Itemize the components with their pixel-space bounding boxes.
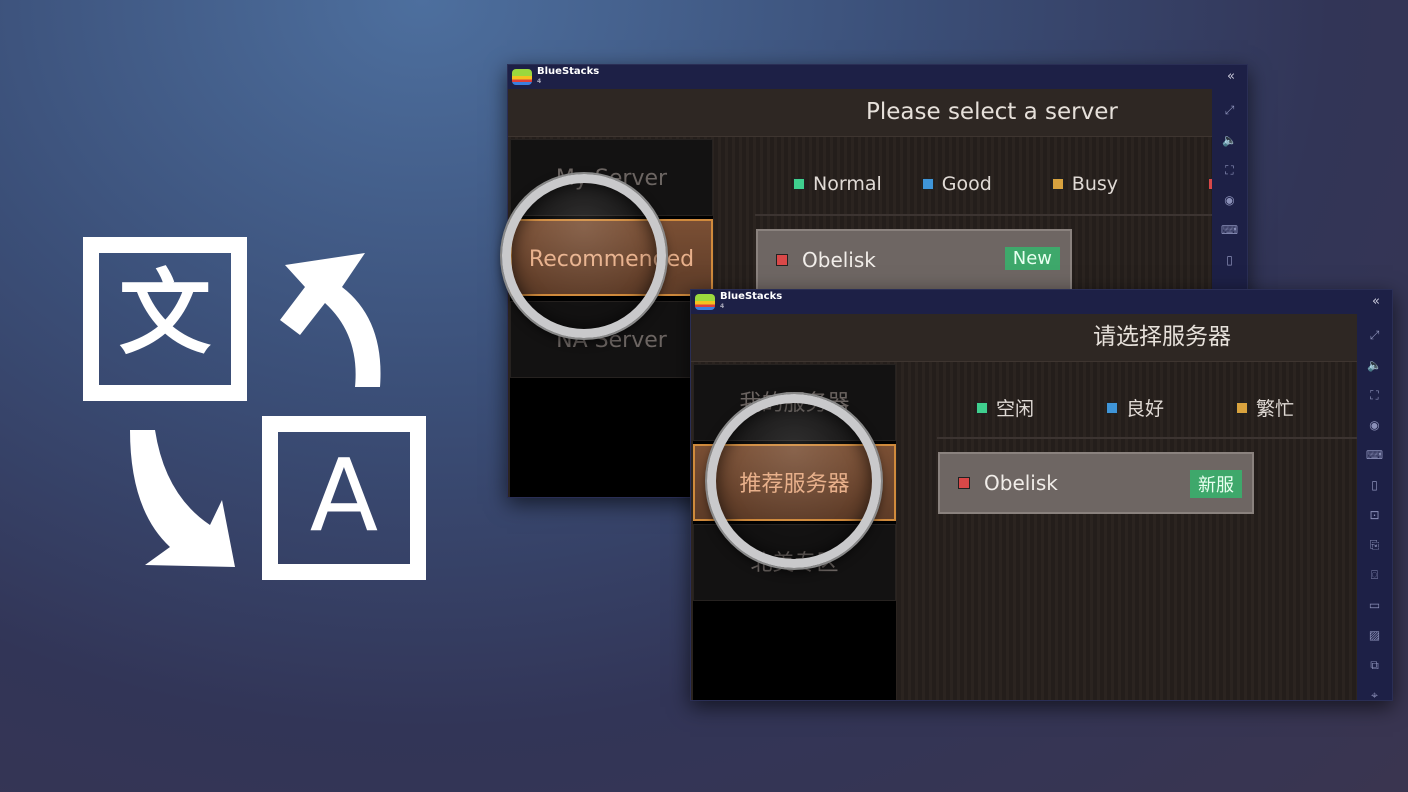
install-apk-icon[interactable]: ⎘ xyxy=(1370,530,1380,560)
bluestacks-logo xyxy=(695,294,715,310)
server-category-list: My Server Recommended NA Server xyxy=(510,139,713,497)
server-status-icon xyxy=(776,254,788,266)
busy-swatch xyxy=(1236,401,1249,414)
source-char: 文 xyxy=(119,260,211,367)
divider xyxy=(755,214,1212,216)
server-category-list: 我的服务器 推荐服务器 北美专区 xyxy=(693,364,896,700)
category-my-server[interactable]: My Server xyxy=(510,139,713,216)
server-card[interactable]: Obelisk New xyxy=(756,229,1072,291)
fullscreen-icon[interactable]: ⤢ xyxy=(1370,320,1380,350)
server-card[interactable]: Obelisk 新服 xyxy=(938,452,1254,514)
media-icon[interactable]: ▨ xyxy=(1369,620,1380,650)
legend-good: 良好 xyxy=(1126,398,1165,420)
translate-icon: 文 A xyxy=(83,237,426,580)
arrow-up-icon xyxy=(280,253,381,387)
keyboard-icon[interactable]: ⌨ xyxy=(1221,215,1238,245)
new-badge: 新服 xyxy=(1190,470,1242,498)
legend-idle: 空闲 xyxy=(996,398,1035,420)
bluestacks-sidebar: ⤢ 🔈 ⛶ ◉ ⌨ ▯ ⊡ ⎘ ⌼ ▭ ▨ ⧉ ⌖ xyxy=(1357,314,1392,702)
record-icon[interactable]: ▭ xyxy=(1369,590,1380,620)
phone-icon[interactable]: ▯ xyxy=(1371,470,1378,500)
legend-busy: 繁忙 xyxy=(1256,398,1295,420)
eye-icon[interactable]: ◉ xyxy=(1224,185,1234,215)
page-title: Please select a server xyxy=(508,89,1212,137)
status-legend: Normal Good Busy xyxy=(793,173,1228,195)
server-status-icon xyxy=(958,477,970,489)
good-swatch xyxy=(921,178,934,190)
good-swatch xyxy=(1106,401,1119,414)
category-na-server[interactable]: NA Server xyxy=(510,301,713,378)
volume-icon[interactable]: 🔈 xyxy=(1222,125,1237,155)
keyboard-icon[interactable]: ⌨ xyxy=(1366,440,1383,470)
legend-normal: Normal xyxy=(813,173,882,195)
target-char: A xyxy=(310,437,378,554)
screenshot-region-icon[interactable]: ⛶ xyxy=(1225,155,1233,185)
legend-busy: Busy xyxy=(1071,173,1119,195)
app-title: BlueStacks xyxy=(537,66,600,77)
bluestacks-logo xyxy=(512,69,532,85)
category-my-server[interactable]: 我的服务器 xyxy=(693,364,896,441)
bluestacks-window-chinese: BlueStacks 4 « 请选择服务器 我的服务器 推荐服务器 北美专区 空闲… xyxy=(690,289,1393,702)
game-screen: 请选择服务器 我的服务器 推荐服务器 北美专区 空闲 良好 繁忙 Obelisk… xyxy=(691,314,1357,700)
title-bar: BlueStacks 4 « xyxy=(508,65,1247,89)
phone-icon[interactable]: ▯ xyxy=(1226,245,1233,275)
location-icon[interactable]: ⌖ xyxy=(1371,680,1378,710)
camera-icon[interactable]: ⌼ xyxy=(1371,560,1378,590)
collapse-icon[interactable]: « xyxy=(1372,294,1380,309)
volume-icon[interactable]: 🔈 xyxy=(1367,350,1382,380)
app-version: 4 xyxy=(720,303,725,310)
normal-swatch xyxy=(793,178,805,190)
new-badge: New xyxy=(1004,247,1060,270)
app-title: BlueStacks xyxy=(720,291,783,302)
status-legend: 空闲 良好 繁忙 xyxy=(976,394,1294,421)
eye-icon[interactable]: ◉ xyxy=(1369,410,1379,440)
category-na-server[interactable]: 北美专区 xyxy=(693,524,896,601)
fullscreen-icon[interactable]: ⤢ xyxy=(1225,95,1235,125)
category-recommended[interactable]: Recommended xyxy=(510,219,713,296)
title-bar: BlueStacks 4 « xyxy=(691,290,1392,314)
multi-instance-icon[interactable]: ⧉ xyxy=(1370,650,1379,680)
legend-good: Good xyxy=(941,173,992,195)
server-name: Obelisk xyxy=(984,471,1058,495)
busy-swatch xyxy=(1051,178,1064,190)
category-recommended-label: 推荐服务器 xyxy=(739,472,850,497)
app-version: 4 xyxy=(537,78,542,85)
category-recommended[interactable]: 推荐服务器 xyxy=(693,444,896,521)
arrow-down-icon xyxy=(130,430,235,567)
normal-swatch xyxy=(976,401,988,414)
divider xyxy=(937,437,1357,439)
gamepad-icon[interactable]: ⊡ xyxy=(1369,500,1379,530)
page-title: 请选择服务器 xyxy=(691,314,1357,362)
collapse-icon[interactable]: « xyxy=(1227,69,1235,84)
screenshot-region-icon[interactable]: ⛶ xyxy=(1370,380,1378,410)
server-name: Obelisk xyxy=(802,248,876,272)
